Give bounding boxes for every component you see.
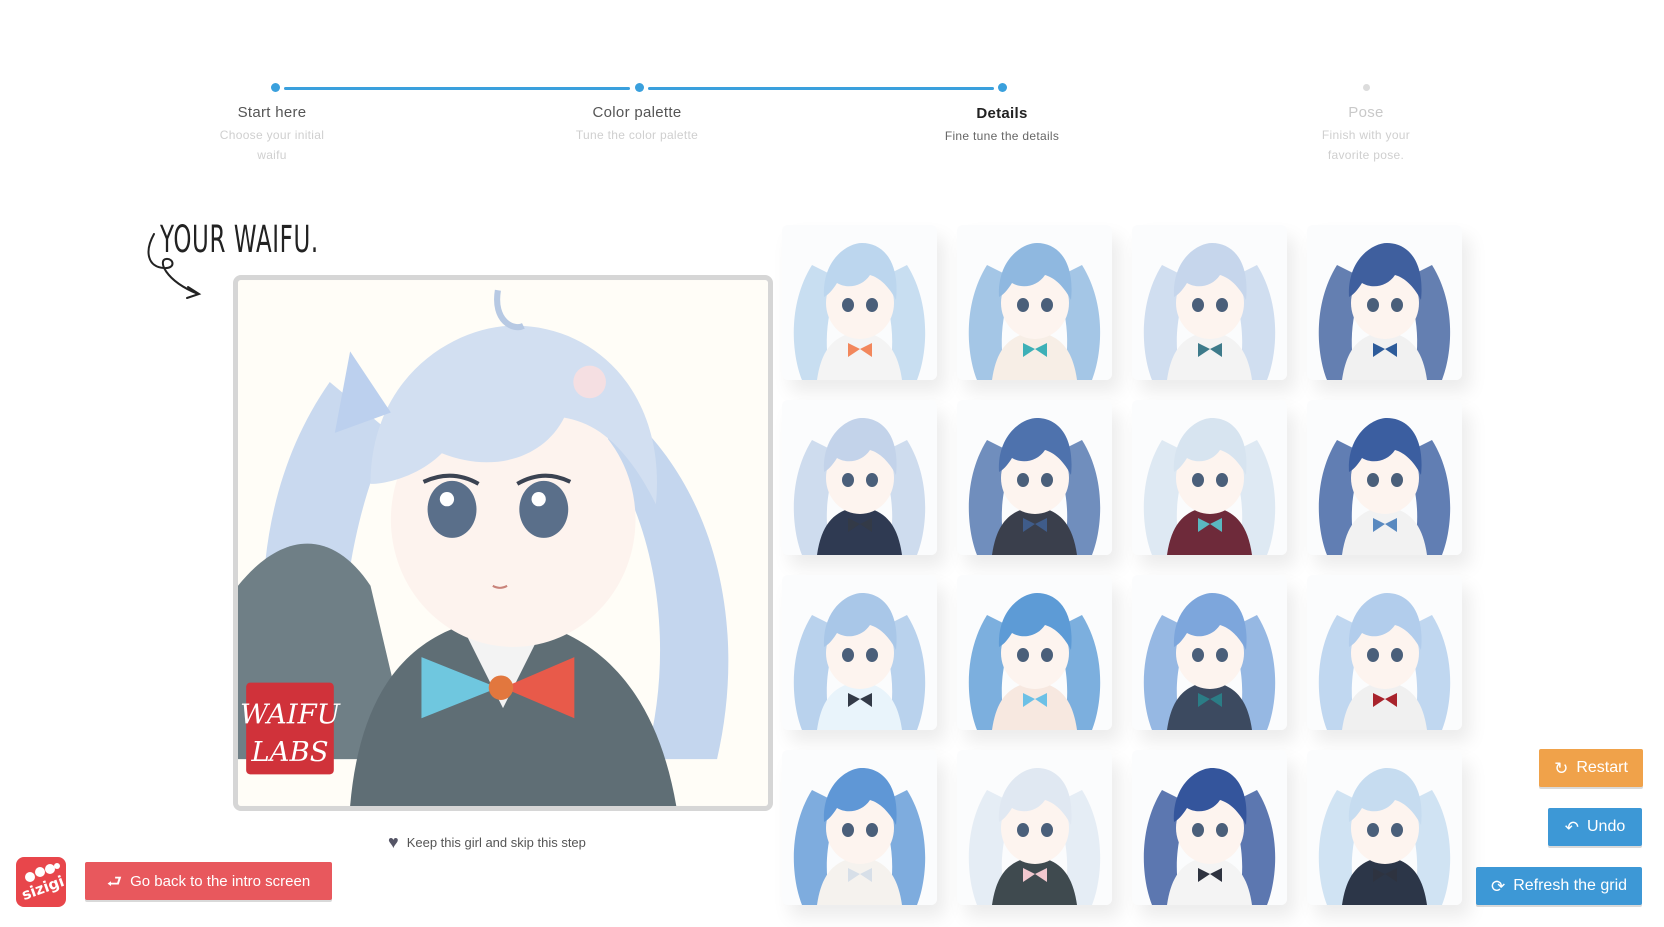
waifu-thumbnail	[782, 575, 937, 730]
step-description: Tune the color palette	[575, 128, 699, 142]
heart-icon: ♥	[388, 832, 399, 852]
waifu-variation-grid	[782, 225, 1482, 915]
waifu-thumbnail	[1307, 750, 1462, 905]
waifu-grid-tile[interactable]	[1307, 225, 1462, 380]
step-details[interactable]: Details Fine tune the details	[892, 105, 1112, 146]
refresh-icon: ⟳	[1490, 876, 1506, 896]
step-dot-start[interactable]	[271, 83, 280, 92]
main-waifu-portrait: WAIFU LABS	[233, 275, 773, 811]
waifu-grid-tile[interactable]	[1132, 750, 1287, 905]
refresh-grid-button[interactable]: ⟳ Refresh the grid	[1476, 867, 1642, 905]
step-description: Choose your initial waifu	[219, 128, 325, 162]
waifu-grid-tile[interactable]	[1307, 750, 1462, 905]
step-connector	[648, 87, 994, 90]
waifu-grid-tile[interactable]	[957, 750, 1112, 905]
sizigi-logo[interactable]: sizigi	[16, 857, 66, 907]
step-description: Fine tune the details	[944, 129, 1060, 143]
waifu-grid-tile[interactable]	[1132, 400, 1287, 555]
step-start[interactable]: Start here Choose your initial waifu	[162, 104, 382, 165]
step-color-palette[interactable]: Color palette Tune the color palette	[527, 104, 747, 145]
waifu-grid-tile[interactable]	[957, 225, 1112, 380]
back-to-intro-button[interactable]: ⮐ Go back to the intro screen	[85, 862, 332, 900]
waifu-thumbnail	[1307, 575, 1462, 730]
waifu-thumbnail	[957, 225, 1112, 380]
waifu-thumbnail	[1132, 400, 1287, 555]
waifu-thumbnail	[1132, 575, 1287, 730]
waifu-thumbnail	[957, 400, 1112, 555]
waifu-thumbnail	[957, 575, 1112, 730]
step-dot-pose	[1363, 84, 1370, 91]
waifu-portrait-image: WAIFU LABS	[238, 280, 768, 806]
waifu-thumbnail	[782, 750, 937, 905]
restart-icon: ↻	[1554, 758, 1569, 778]
waifu-grid-tile[interactable]	[1132, 225, 1287, 380]
progress-stepper: Start here Choose your initial waifu Col…	[0, 0, 1664, 170]
back-arrow-icon: ⮐	[106, 871, 123, 891]
waifu-grid-tile[interactable]	[957, 400, 1112, 555]
step-dot-color[interactable]	[635, 83, 644, 92]
step-title: Pose	[1348, 104, 1384, 121]
curly-arrow-icon	[147, 233, 202, 299]
waifu-thumbnail	[1132, 225, 1287, 380]
waifu-grid-tile[interactable]	[782, 575, 937, 730]
waifu-thumbnail	[957, 750, 1112, 905]
waifu-grid-tile[interactable]	[957, 575, 1112, 730]
watermark-text: LABS	[250, 736, 328, 768]
restart-label: Restart	[1576, 759, 1628, 776]
keep-link-label: Keep this girl and skip this step	[406, 834, 586, 850]
step-title: Start here	[237, 104, 307, 121]
step-dot-details[interactable]	[998, 83, 1007, 92]
waifu-thumbnail	[1307, 225, 1462, 380]
undo-button[interactable]: ↶ Undo	[1548, 808, 1642, 846]
waifu-grid-tile[interactable]	[782, 225, 937, 380]
waifu-thumbnail	[1132, 750, 1287, 905]
undo-label: Undo	[1587, 818, 1626, 835]
step-title: Color palette	[592, 104, 682, 121]
waifu-thumbnail	[1307, 400, 1462, 555]
waifu-grid-tile[interactable]	[782, 400, 937, 555]
waifu-thumbnail	[782, 400, 937, 555]
waifu-grid-tile[interactable]	[1307, 400, 1462, 555]
waifu-grid-tile[interactable]	[1132, 575, 1287, 730]
watermark-text: WAIFU	[240, 698, 341, 730]
waifu-thumbnail	[782, 225, 937, 380]
step-connector	[284, 87, 630, 90]
back-label: Go back to the intro screen	[130, 872, 311, 890]
refresh-label: Refresh the grid	[1513, 877, 1628, 894]
waifu-grid-tile[interactable]	[1307, 575, 1462, 730]
step-pose: Pose Finish with your favorite pose.	[1256, 104, 1476, 165]
keep-girl-skip-link[interactable]: ♥ Keep this girl and skip this step	[388, 833, 586, 851]
waifu-grid-tile[interactable]	[782, 750, 937, 905]
restart-button[interactable]: ↻ Restart	[1539, 749, 1643, 787]
step-title: Details	[976, 105, 1028, 122]
undo-icon: ↶	[1564, 817, 1579, 837]
step-description: Finish with your favorite pose.	[1321, 128, 1411, 162]
